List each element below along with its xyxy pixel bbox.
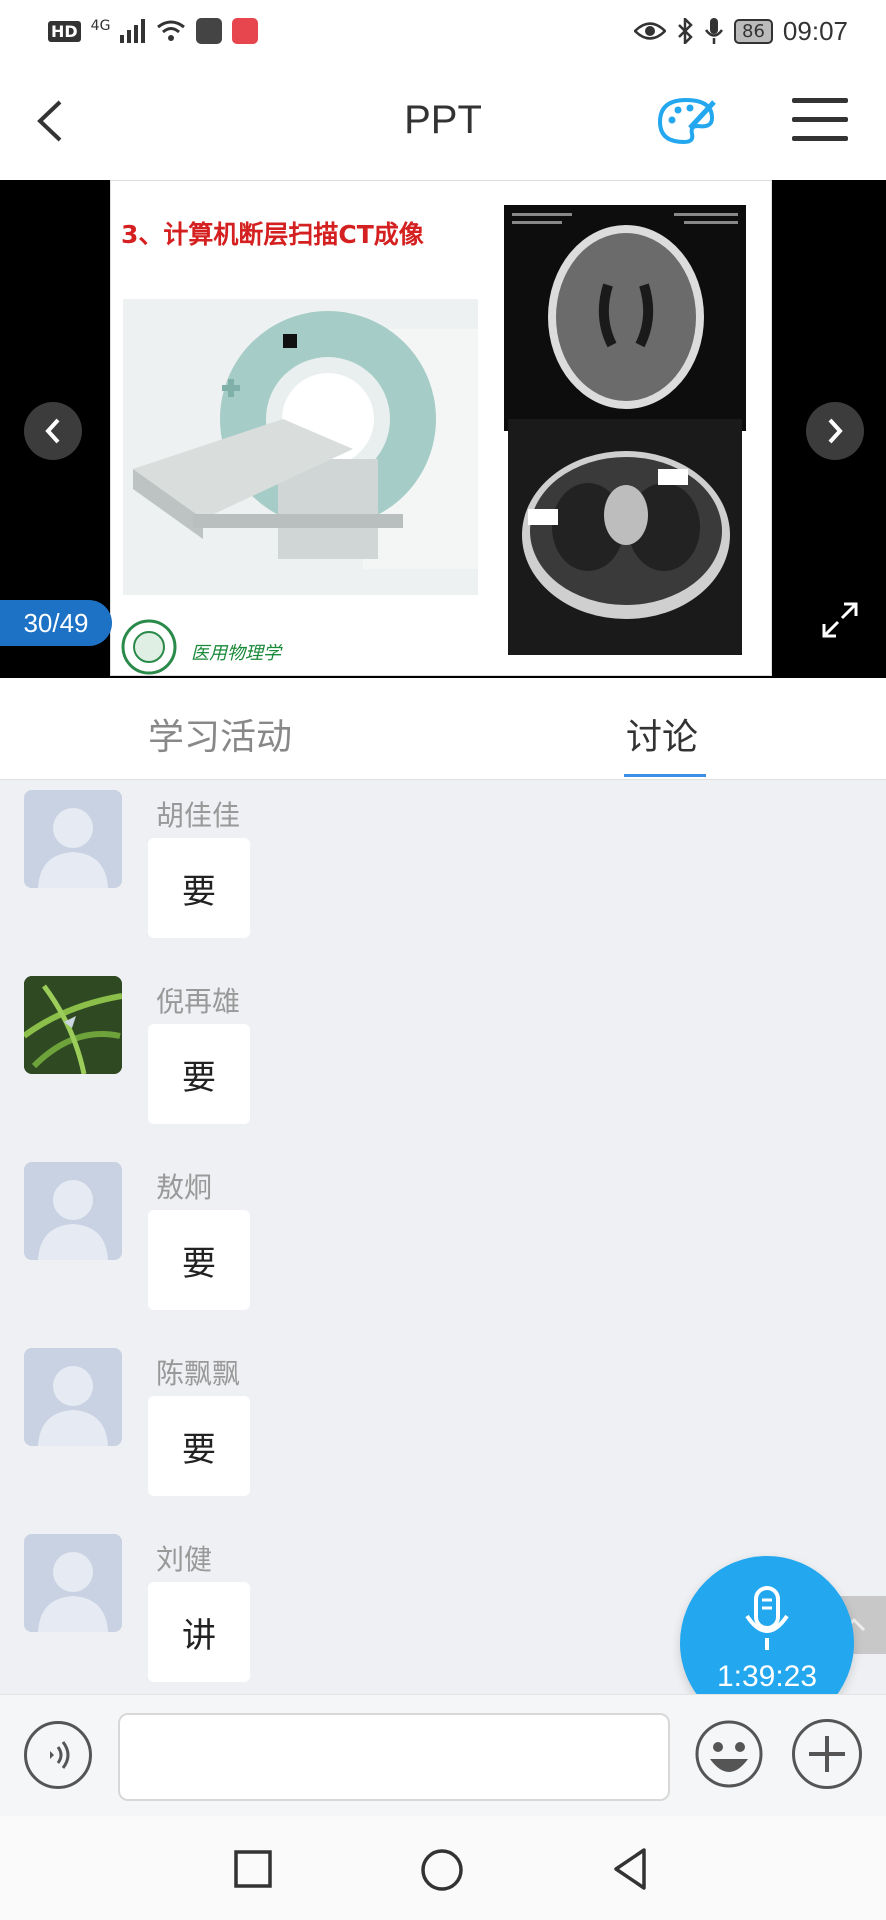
tab-learning-activities[interactable]: 学习活动 (148, 708, 292, 760)
status-bar: HD 4G 86 09:07 (0, 0, 886, 62)
system-navigation-bar (0, 1816, 886, 1920)
chevron-left-icon (45, 418, 60, 444)
plus-icon (809, 1736, 845, 1772)
microphone-icon (745, 1586, 789, 1650)
message-input[interactable] (118, 1713, 670, 1801)
mail-app-icon (196, 18, 223, 44)
sender-name: 陈飘飘 (156, 1357, 241, 1390)
avatar[interactable] (24, 976, 122, 1074)
sender-name: 刘健 (156, 1543, 213, 1576)
prev-slide-button[interactable] (24, 402, 82, 460)
tab-bar: 学习活动 讨论 (0, 678, 886, 780)
recent-apps-icon[interactable] (234, 1850, 272, 1888)
menu-icon[interactable] (792, 98, 848, 142)
list-item: 倪再雄 要 (0, 970, 886, 1156)
page-indicator: 30/49 (0, 600, 112, 646)
avatar[interactable] (24, 1534, 122, 1632)
slide-viewer: 3、计算机断层扫描CT成像 医用物理学 30/49 (0, 180, 886, 678)
brain-ct-image (504, 205, 746, 431)
eye-icon (634, 22, 667, 40)
emoji-button[interactable] (694, 1719, 764, 1789)
university-logo (121, 619, 177, 675)
slide: 3、计算机断层扫描CT成像 医用物理学 (110, 180, 772, 676)
message-bubble[interactable]: 要 (148, 1024, 250, 1124)
next-slide-button[interactable] (806, 402, 864, 460)
screen: HD 4G 86 09:07 PPT 3、计算机断层扫描CT成像 医用物理学 3… (0, 0, 886, 1920)
message-bubble[interactable]: 要 (148, 1210, 250, 1310)
active-tab-underline (624, 774, 706, 777)
slide-title: 3、计算机断层扫描CT成像 (121, 220, 424, 249)
avatar[interactable] (24, 1162, 122, 1260)
ct-scanner-image (123, 299, 478, 595)
sender-name: 倪再雄 (156, 985, 241, 1018)
home-icon[interactable] (420, 1848, 464, 1892)
hd-indicator: HD (48, 20, 81, 42)
course-name-text: 医用物理学 (191, 643, 281, 664)
message-bubble[interactable]: 要 (148, 1396, 250, 1496)
clock: 09:07 (782, 15, 848, 46)
chest-ct-image (508, 419, 742, 655)
signal-icon (120, 19, 146, 43)
network-type: 4G (90, 18, 111, 34)
fullscreen-icon[interactable] (820, 600, 860, 640)
message-bubble[interactable]: 要 (148, 838, 250, 938)
speaker-wave-icon (50, 1741, 70, 1769)
avatar[interactable] (24, 1348, 122, 1446)
list-item: 敖炯 要 (0, 1156, 886, 1342)
bluetooth-icon (678, 18, 693, 44)
chevron-right-icon (828, 418, 843, 444)
message-input-bar (0, 1694, 886, 1816)
avatar[interactable] (24, 790, 122, 888)
smiley-icon (695, 1720, 763, 1788)
tab-discussion[interactable]: 讨论 (626, 708, 698, 760)
huawei-app-icon (232, 18, 259, 44)
sender-name: 敖炯 (156, 1171, 213, 1204)
voice-input-button[interactable] (24, 1721, 92, 1789)
microphone-status-icon (705, 18, 724, 44)
page-title: PPT (404, 98, 482, 142)
palette-icon[interactable] (654, 92, 718, 148)
recording-timer: 1:39:23 (716, 1660, 818, 1693)
wifi-icon (157, 20, 186, 41)
more-options-button[interactable] (792, 1719, 862, 1789)
nav-bar: PPT (0, 62, 886, 180)
list-item: 陈飘飘 要 (0, 1342, 886, 1528)
battery-icon: 86 (734, 18, 773, 44)
back-nav-icon[interactable] (610, 1846, 650, 1892)
sender-name: 胡佳佳 (156, 799, 241, 832)
message-bubble[interactable]: 讲 (148, 1582, 250, 1682)
list-item: 胡佳佳 要 (0, 784, 886, 970)
